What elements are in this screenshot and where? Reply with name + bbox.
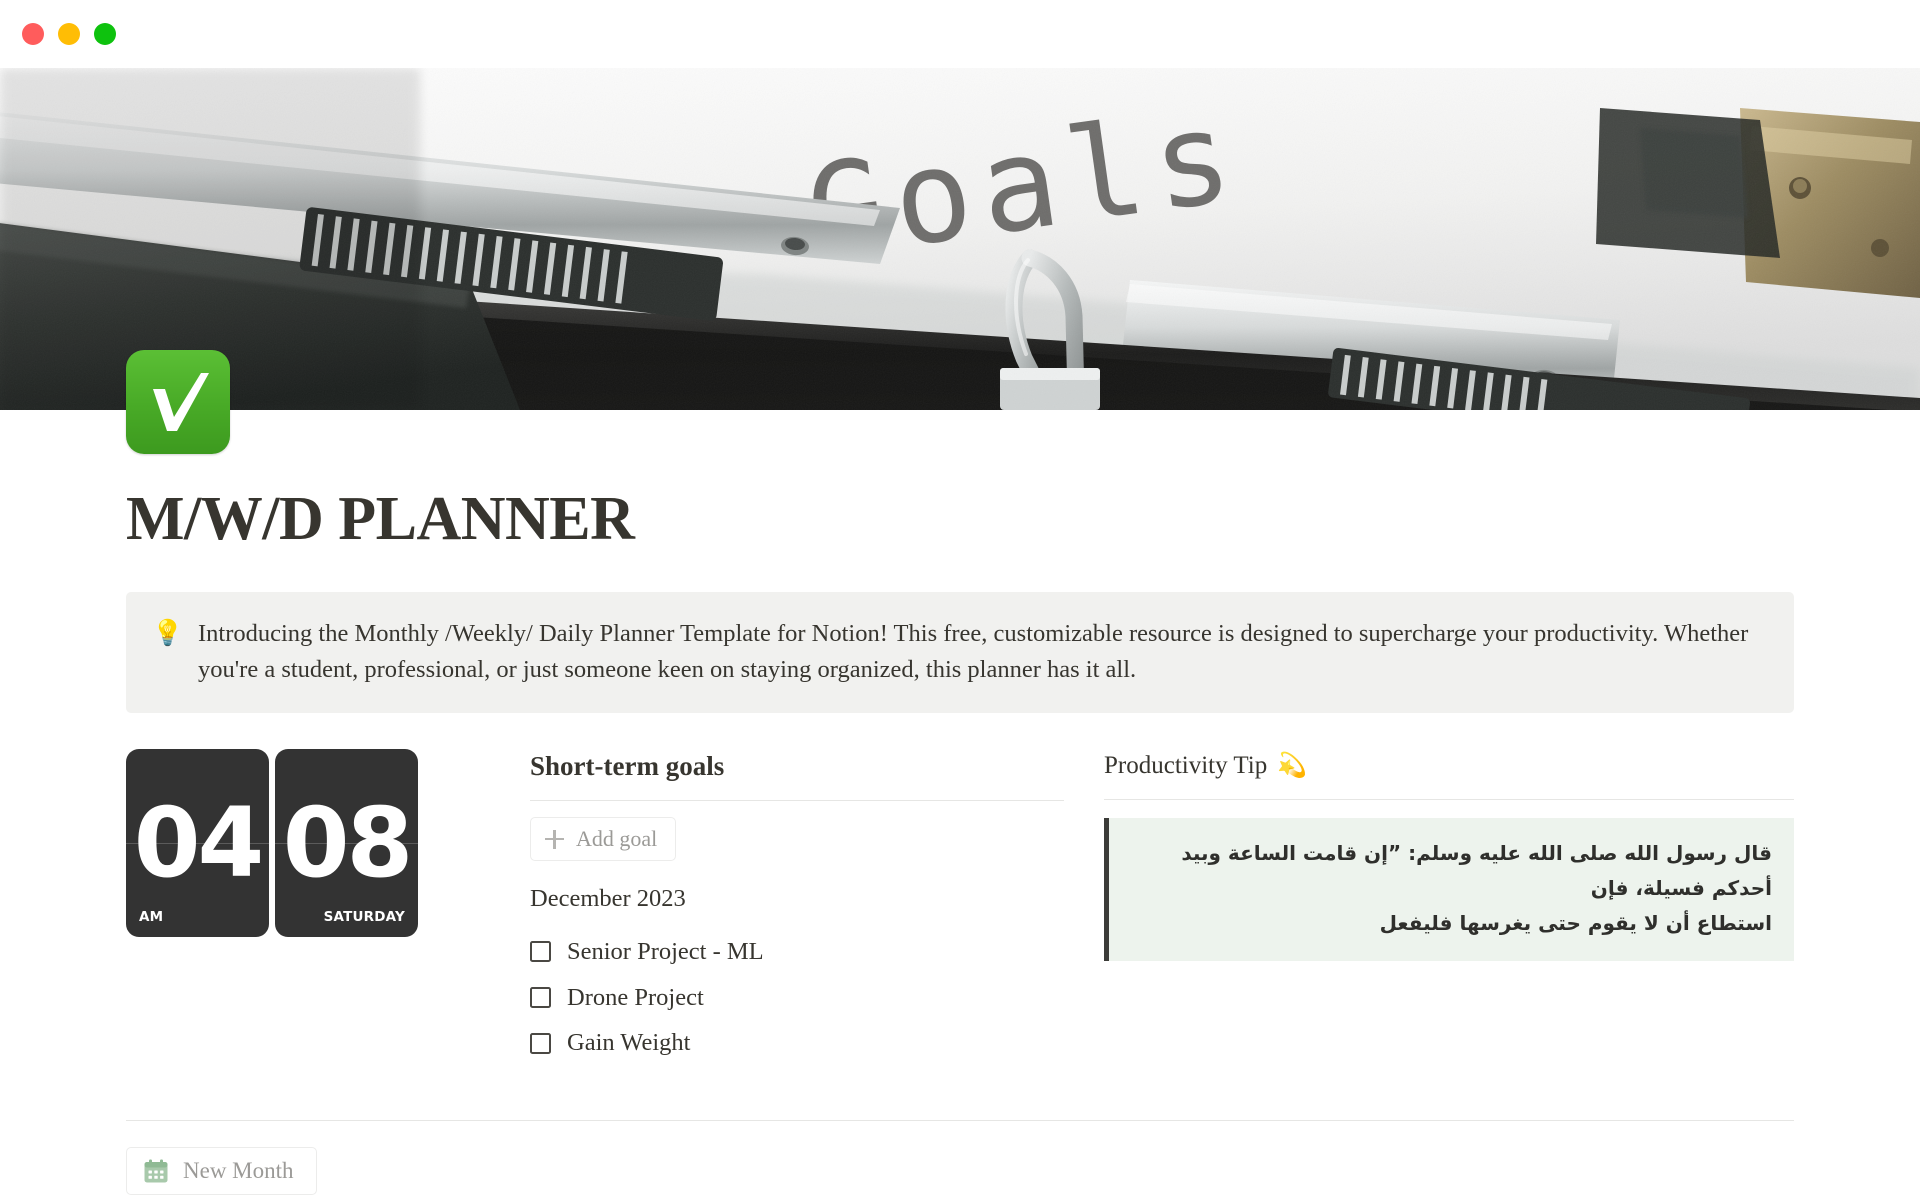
add-goal-button[interactable]: Add goal bbox=[530, 817, 677, 862]
zoom-window-button[interactable] bbox=[94, 23, 116, 45]
footer-divider bbox=[126, 1120, 1794, 1122]
goals-heading: Short-term goals bbox=[530, 751, 725, 782]
cover-image: Goals bbox=[0, 68, 1920, 410]
minimize-window-button[interactable] bbox=[58, 23, 80, 45]
light-bulb-icon: 💡 bbox=[152, 620, 184, 648]
list-item[interactable]: Gain Weight bbox=[530, 1020, 1064, 1066]
list-item-label: Gain Weight bbox=[567, 1029, 691, 1057]
tip-column: Productivity Tip 💫 قال رسول الله صلى الل… bbox=[1104, 749, 1794, 961]
new-month-label: New Month bbox=[183, 1158, 294, 1184]
tip-quote-block: قال رسول الله صلى الله عليه وسلم: ”إن قا… bbox=[1104, 817, 1794, 961]
intro-callout-text: Introducing the Monthly /Weekly/ Daily P… bbox=[198, 620, 1749, 683]
white-check-mark-icon[interactable] bbox=[126, 350, 230, 454]
checkbox[interactable] bbox=[530, 1032, 551, 1054]
comet-icon: 💫 bbox=[1277, 753, 1308, 779]
new-month-button[interactable]: New Month bbox=[126, 1147, 317, 1196]
tip-heading-row: Productivity Tip 💫 bbox=[1104, 749, 1794, 783]
page-content: M/W/D PLANNER 💡 Introducing the Monthly … bbox=[126, 350, 1794, 1200]
list-item-label: Senior Project - ML bbox=[567, 937, 764, 965]
title-bar bbox=[0, 0, 1920, 68]
plus-icon bbox=[545, 829, 564, 849]
checkbox[interactable] bbox=[530, 941, 551, 963]
check-glyph bbox=[153, 373, 209, 431]
list-item[interactable]: Drone Project bbox=[530, 975, 1064, 1021]
tip-divider bbox=[1104, 798, 1794, 800]
flip-card-day[interactable]: 08 SATURDAY bbox=[275, 749, 418, 938]
flip-card-hour[interactable]: 04 AM bbox=[126, 749, 269, 938]
close-window-button[interactable] bbox=[22, 23, 44, 45]
calendar-icon bbox=[144, 1159, 168, 1183]
flip-clock-widget[interactable]: 04 AM 08 SATURDAY bbox=[126, 749, 520, 938]
add-goal-label: Add goal bbox=[576, 826, 658, 852]
intro-callout: 💡 Introducing the Monthly /Weekly/ Daily… bbox=[126, 592, 1794, 714]
clock-column: 04 AM 08 SATURDAY bbox=[126, 749, 530, 938]
flip-card-divider bbox=[275, 843, 418, 845]
goals-checklist: Senior Project - ML Drone Project Gain W… bbox=[530, 929, 1064, 1067]
flip-hour-label: AM bbox=[139, 909, 164, 926]
flip-card-divider bbox=[126, 843, 269, 845]
tip-heading: Productivity Tip bbox=[1104, 752, 1268, 780]
goals-divider bbox=[530, 800, 1064, 802]
app-window: Goals M/W/D PLANNER 💡 Introducing the Mo… bbox=[0, 0, 1920, 1200]
columns-row: 04 AM 08 SATURDAY Short-term goals Add g… bbox=[126, 749, 1794, 1066]
flip-day-label: SATURDAY bbox=[323, 909, 405, 926]
list-item[interactable]: Senior Project - ML bbox=[530, 929, 1064, 975]
checkbox[interactable] bbox=[530, 987, 551, 1008]
goals-column: Short-term goals Add goal December 2023 … bbox=[530, 749, 1104, 1066]
typewriter-photo: Goals bbox=[0, 68, 1920, 410]
tip-quote-line-1: قال رسول الله صلى الله عليه وسلم: ”إن قا… bbox=[1181, 840, 1772, 900]
list-item-label: Drone Project bbox=[567, 983, 704, 1011]
page-title: M/W/D PLANNER bbox=[126, 485, 635, 553]
tip-quote-line-2: استطاع أن لا يقوم حتى يغرسها فليفعل bbox=[1379, 910, 1772, 935]
page-body: M/W/D PLANNER 💡 Introducing the Monthly … bbox=[0, 350, 1920, 1200]
goals-group-label: December 2023 bbox=[530, 885, 686, 913]
